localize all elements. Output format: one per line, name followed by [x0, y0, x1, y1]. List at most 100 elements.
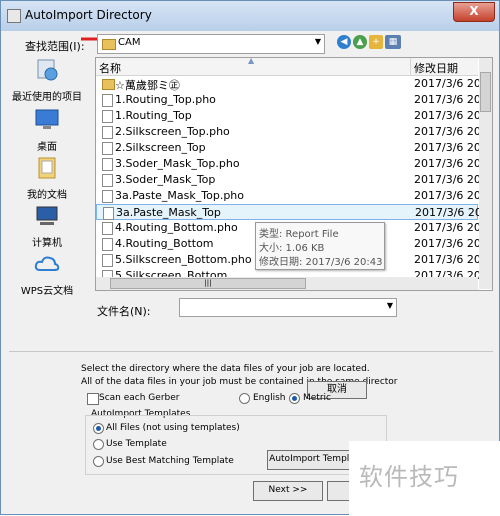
list-item-hovered[interactable]: 3a.Paste_Mask_Top 2017/3/6 20:: [96, 204, 486, 220]
scan-gerber-label: Scan each Gerber: [99, 393, 180, 403]
all-files-radio[interactable]: [93, 423, 104, 434]
list-item[interactable]: ☆萬歲鄧ミ㊣ 2017/3/6 20:: [96, 76, 485, 92]
file-name: 1.Routing_Top: [115, 109, 192, 122]
file-icon: [102, 254, 113, 267]
lookin-label: 查找范围(I):: [25, 40, 85, 53]
documents-icon: [38, 157, 56, 179]
list-item[interactable]: 3.Soder_Mask_Top.pho 2017/3/6 20:: [96, 156, 485, 172]
file-date: 2017/3/6 20:: [414, 157, 485, 170]
place-label-recent: 最近使用的项目: [12, 92, 82, 103]
autoimport-templates-button[interactable]: AutoImport Templa: [267, 450, 357, 470]
file-date: 2017/3/6 20:: [414, 141, 485, 154]
tooltip-type: 类型: Report File: [259, 229, 339, 240]
horizontal-scrollbar[interactable]: |||: [96, 277, 478, 290]
tooltip-modified: 修改日期: 2017/3/6 20:43: [259, 257, 383, 268]
file-date: 2017/3/6 20:: [414, 189, 485, 202]
place-recent[interactable]: 最近使用的项目: [7, 57, 87, 103]
use-best-template-radio[interactable]: [93, 456, 104, 467]
back-icon[interactable]: ◀: [337, 35, 351, 49]
scroll-thumb[interactable]: [480, 72, 491, 112]
english-label: English: [253, 393, 286, 403]
list-item[interactable]: 1.Routing_Top 2017/3/6 20:: [96, 108, 485, 124]
list-item[interactable]: 2.Silkscreen_Top 2017/3/6 20:: [96, 140, 485, 156]
app-icon: [7, 9, 21, 23]
file-date: 2017/3/6 20:: [414, 173, 485, 186]
file-date: 2017/3/6 20:: [415, 206, 486, 219]
place-label-computer: 计算机: [32, 238, 62, 249]
divider: [9, 351, 493, 352]
chevron-down-icon: ▼: [314, 37, 321, 46]
tooltip-size: 大小: 1.06 KB: [259, 243, 325, 254]
file-icon: [102, 238, 113, 251]
file-name: ☆萬歲鄧ミ㊣: [115, 79, 180, 92]
next-button[interactable]: Next >>: [253, 481, 323, 501]
all-files-label: All Files (not using templates): [106, 423, 240, 433]
new-folder-icon[interactable]: +: [369, 35, 383, 49]
english-radio[interactable]: [239, 393, 250, 404]
sort-ascending-icon: ▲: [248, 57, 255, 65]
filename-label: 文件名(N):: [97, 305, 151, 318]
place-label-wps-cloud: WPS云文档: [20, 286, 74, 297]
file-icon: [102, 222, 113, 235]
place-desktop[interactable]: 桌面: [7, 107, 87, 153]
file-icon: [102, 110, 113, 123]
file-icon: [102, 190, 113, 203]
list-header: ▲ 名称 修改日期: [96, 58, 478, 76]
metric-label: Metric: [303, 393, 331, 403]
file-name: 1.Routing_Top.pho: [115, 93, 216, 106]
file-name: 3a.Paste_Mask_Top.pho: [115, 189, 245, 202]
metric-radio[interactable]: [289, 393, 300, 404]
filename-field[interactable]: ▼: [179, 298, 397, 317]
place-computer[interactable]: 计算机: [7, 203, 87, 249]
close-button[interactable]: X: [453, 2, 495, 22]
list-item[interactable]: 2.Silkscreen_Top.pho 2017/3/6 20:: [96, 124, 485, 140]
folder-icon: [102, 79, 115, 90]
file-icon: [102, 126, 113, 139]
use-best-template-label: Use Best Matching Template: [106, 456, 234, 466]
place-wps-cloud[interactable]: WPS云文档: [7, 251, 87, 297]
file-icon: [103, 207, 114, 220]
chevron-down-icon: ▼: [386, 301, 393, 310]
vertical-scrollbar[interactable]: [479, 58, 492, 289]
up-folder-icon[interactable]: ▲: [353, 35, 367, 49]
list-item[interactable]: 3a.Paste_Mask_Top.pho 2017/3/6 20:: [96, 188, 485, 204]
scan-gerber-checkbox[interactable]: [87, 393, 99, 405]
places-bar: 最近使用的项目 桌面 我的文档 计算机 WPS云文档: [7, 57, 87, 302]
file-date: 2017/3/6 20:: [414, 237, 485, 250]
list-item[interactable]: 1.Routing_Top.pho 2017/3/6 20:: [96, 92, 485, 108]
file-name: 2.Silkscreen_Top: [115, 141, 206, 154]
file-icon: [102, 174, 113, 187]
view-menu-icon[interactable]: ▦: [385, 35, 401, 49]
file-date: 2017/3/6 20:: [414, 221, 485, 234]
file-date: 2017/3/6 20:: [414, 93, 485, 106]
title-bar: AutoImport Directory X: [1, 1, 499, 31]
file-tooltip: 类型: Report File 大小: 1.06 KB 修改日期: 2017/3…: [255, 222, 385, 270]
column-name[interactable]: 名称: [99, 60, 121, 76]
scroll-thumb[interactable]: |||: [110, 278, 306, 289]
file-date: 2017/3/6 20:: [414, 253, 485, 266]
place-label-documents: 我的文档: [27, 190, 67, 201]
list-item[interactable]: 3.Soder_Mask_Top 2017/3/6 20:: [96, 172, 485, 188]
use-template-radio[interactable]: [93, 439, 104, 450]
info-line-1: Select the directory where the data file…: [81, 364, 370, 374]
folder-icon: [102, 39, 116, 50]
use-template-label: Use Template: [106, 439, 167, 449]
column-date[interactable]: 修改日期: [414, 60, 458, 76]
lookin-value: CAM: [118, 37, 141, 48]
file-name: 4.Routing_Bottom: [115, 237, 214, 250]
file-icon: [102, 142, 113, 155]
computer-icon: [36, 206, 58, 225]
file-name: 5.Silkscreen_Bottom.pho: [115, 253, 252, 266]
place-documents[interactable]: 我的文档: [7, 155, 87, 201]
autoimport-dialog: AutoImport Directory X 查找范围(I): CAM ▼ ◀ …: [0, 0, 500, 516]
file-name: 3.Soder_Mask_Top: [115, 173, 216, 186]
lookin-combo[interactable]: CAM ▼: [97, 34, 325, 54]
watermark-text: 软件技巧: [359, 463, 459, 491]
file-name: 2.Silkscreen_Top.pho: [115, 125, 230, 138]
recent-items-icon: [37, 59, 58, 81]
file-icon: [102, 158, 113, 171]
watermark: 软件技巧: [349, 441, 500, 516]
window-title: AutoImport Directory: [25, 8, 152, 22]
file-name: 3.Soder_Mask_Top.pho: [115, 157, 240, 170]
file-name: 4.Routing_Bottom.pho: [115, 221, 238, 234]
